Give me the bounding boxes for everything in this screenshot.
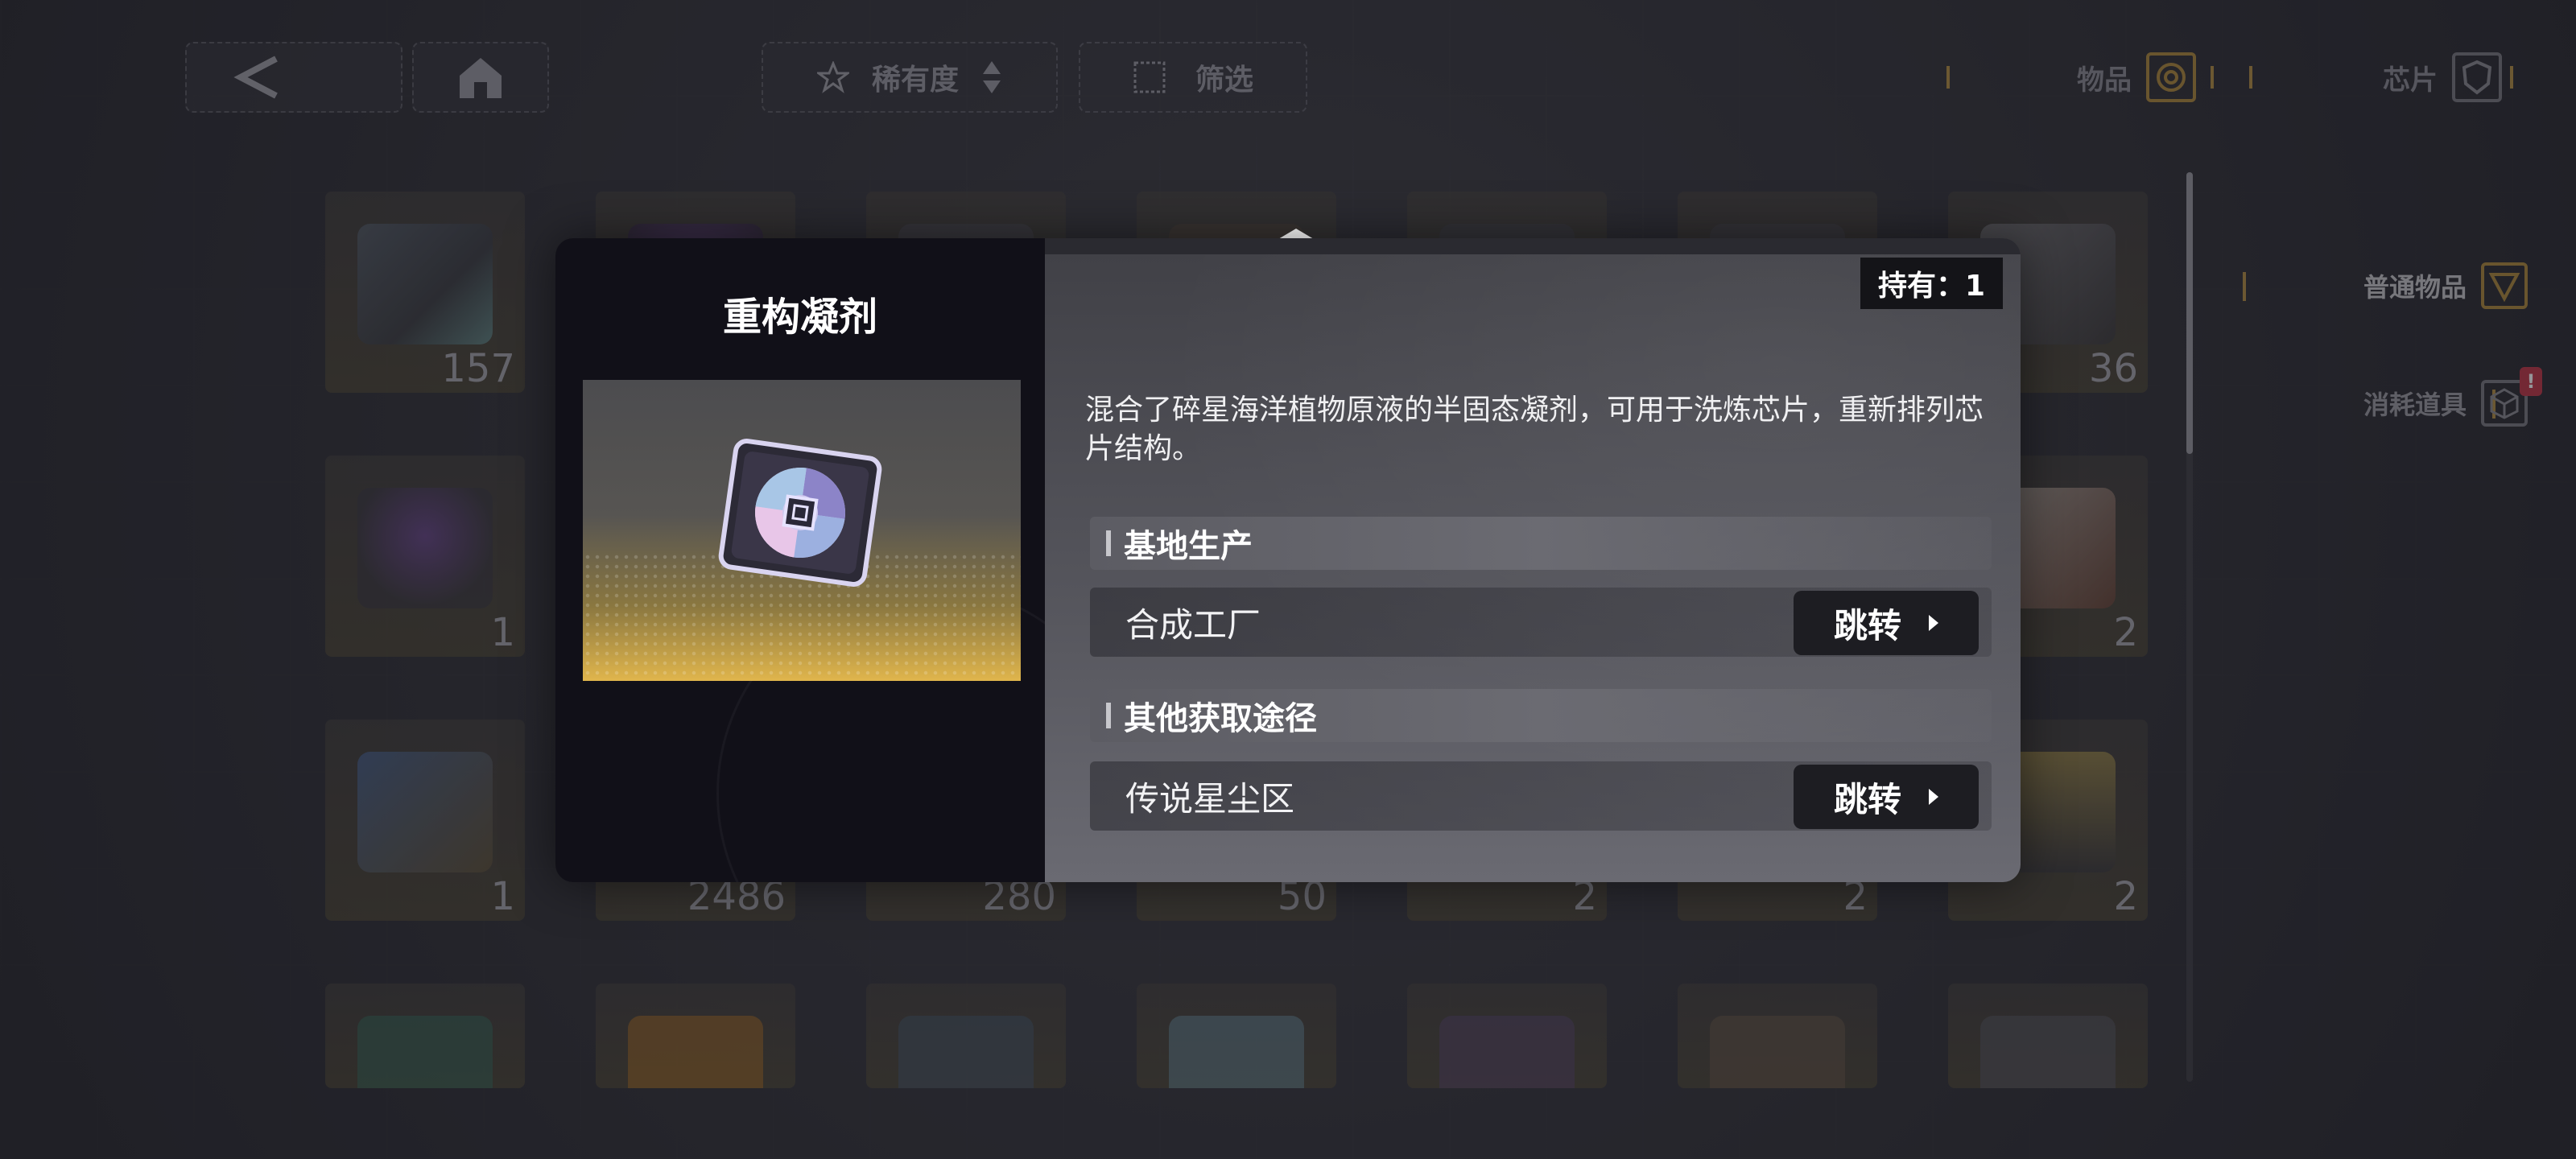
section-title: 其他获取途径	[1124, 700, 1317, 737]
item-description: 混合了碎星海洋植物原液的半固态凝剂，可用于洗炼芯片，重新排列芯片结构。	[1085, 394, 1984, 465]
section-title: 基地生产	[1124, 528, 1253, 565]
jump-button[interactable]: 跳转	[1794, 765, 1979, 829]
jump-button[interactable]: 跳转	[1794, 591, 1979, 655]
source-row: 传说星尘区 跳转	[1090, 761, 1992, 831]
panel-top-strip	[1045, 238, 2021, 254]
jump-label: 跳转	[1833, 605, 1901, 645]
source-name: 合成工厂	[1125, 604, 1261, 645]
owned-count: 持有：1	[1860, 258, 2003, 309]
section-other-sources: 其他获取途径	[1090, 689, 1992, 742]
item-image	[583, 380, 1021, 681]
jump-label: 跳转	[1833, 779, 1901, 819]
arrow-right-icon	[1929, 615, 1938, 631]
section-bar	[1106, 703, 1111, 728]
section-base-production: 基地生产	[1090, 517, 1992, 570]
source-name: 传说星尘区	[1125, 778, 1295, 819]
section-bar	[1106, 530, 1111, 556]
item-detail-modal: 重构凝剂 持有：1 混合了碎星海洋植物原液的半固态凝剂，可用于洗炼芯片，重新排列…	[555, 238, 2021, 882]
arrow-right-icon	[1929, 789, 1938, 805]
source-row: 合成工厂 跳转	[1090, 588, 1992, 657]
reconstruct-gel-icon	[718, 439, 882, 587]
item-name: 重构凝剂	[722, 295, 877, 340]
item-info-panel: 持有：1 混合了碎星海洋植物原液的半固态凝剂，可用于洗炼芯片，重新排列芯片结构。…	[1045, 238, 2021, 882]
item-preview-panel: 重构凝剂	[555, 238, 1135, 882]
